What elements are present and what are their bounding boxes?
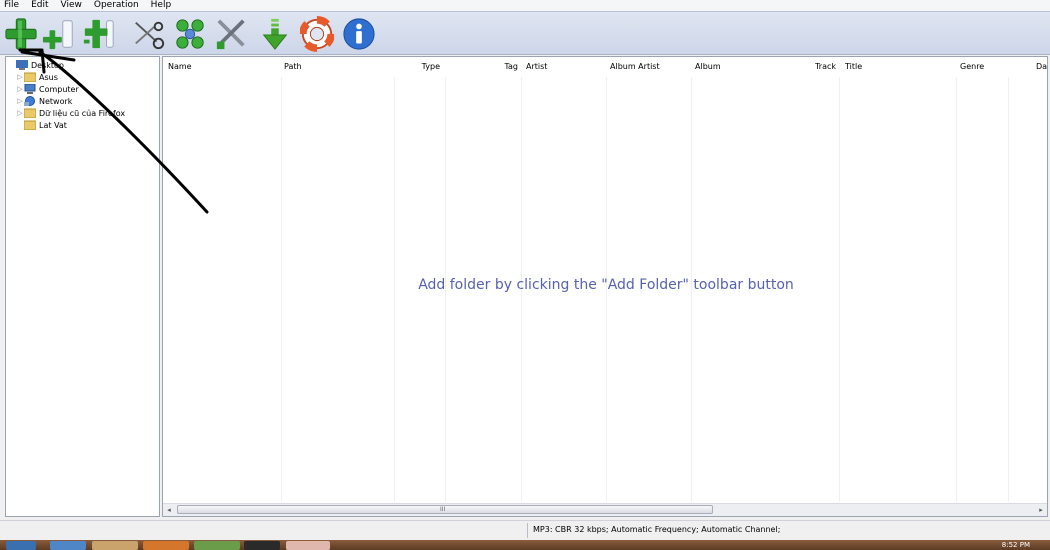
expand-arrow-icon[interactable]: ▷ <box>16 85 24 93</box>
explorer-taskbar-icon[interactable] <box>92 541 138 550</box>
horizontal-scrollbar[interactable]: ◂ III ▸ <box>163 503 1047 516</box>
help-button[interactable] <box>300 16 334 52</box>
tools-button[interactable] <box>173 16 207 52</box>
expand-arrow-icon[interactable]: ▷ <box>16 109 24 117</box>
tree-item-desktop[interactable]: Desktop <box>8 59 64 71</box>
scrollbar-grip: III <box>440 506 446 513</box>
tree-label: Dữ liệu cũ của Firefox <box>39 108 126 118</box>
scroll-right-icon[interactable]: ▸ <box>1036 505 1046 515</box>
folder-tree[interactable]: Desktop ▷ Asus ▷ Computer ▷ Network ▷ Dữ… <box>5 56 160 517</box>
folder-icon <box>24 120 36 130</box>
info-icon <box>343 18 375 50</box>
ie-taskbar-icon[interactable] <box>50 541 86 550</box>
column-tag[interactable]: Tag <box>446 57 518 77</box>
taskbar-clock: 8:52 PM <box>1001 541 1030 549</box>
small-plus-icon <box>42 20 73 50</box>
column-track[interactable]: Track <box>789 57 836 77</box>
column-name[interactable]: Name <box>168 57 278 77</box>
green-circles-icon <box>176 19 204 49</box>
green-plus-icon <box>5 18 37 50</box>
expand-arrow-icon[interactable]: ▷ <box>16 97 24 105</box>
toolbar <box>0 11 1050 55</box>
app-taskbar-icon[interactable] <box>194 541 240 550</box>
status-bar: MP3: CBR 32 kbps; Automatic Frequency; A… <box>0 520 1050 540</box>
expand-arrow-icon[interactable]: ▷ <box>16 73 24 81</box>
start-button[interactable] <box>6 541 36 550</box>
menu-file[interactable]: File <box>0 0 25 11</box>
menu-edit[interactable]: Edit <box>25 0 54 11</box>
column-genre[interactable]: Genre <box>960 57 1005 77</box>
column-date[interactable]: Da <box>1036 57 1047 77</box>
computer-icon <box>24 84 36 94</box>
down-arrow-icon <box>262 18 288 50</box>
file-list[interactable]: Name Path Type Tag Artist Album Artist A… <box>162 56 1048 517</box>
scissors-icon <box>135 21 165 50</box>
scroll-left-icon[interactable]: ◂ <box>164 505 174 515</box>
folder-icon <box>24 108 36 118</box>
column-album[interactable]: Album <box>695 57 785 77</box>
add-files-button[interactable] <box>42 16 76 52</box>
menu-operation[interactable]: Operation <box>88 0 145 11</box>
lifebuoy-icon <box>300 16 334 52</box>
menu-bar: File Edit View Operation Help <box>0 0 1050 11</box>
status-text: MP3: CBR 32 kbps; Automatic Frequency; A… <box>533 525 781 534</box>
network-icon <box>24 96 35 106</box>
tree-label: Computer <box>39 84 79 94</box>
menu-help[interactable]: Help <box>145 0 178 11</box>
tree-label: Network <box>39 96 73 106</box>
empty-list-hint: Add folder by clicking the "Add Folder" … <box>418 277 794 293</box>
tree-item-computer[interactable]: ▷ Computer <box>16 83 79 95</box>
column-artist[interactable]: Artist <box>526 57 606 77</box>
tree-label: Lat Vat <box>39 120 67 130</box>
firefox-taskbar-icon[interactable] <box>143 541 189 550</box>
tree-label: Desktop <box>31 60 64 70</box>
tree-item-network[interactable]: ▷ Network <box>16 95 72 107</box>
column-type[interactable]: Type <box>395 57 440 77</box>
column-title[interactable]: Title <box>845 57 955 77</box>
taskbar: 8:52 PM <box>0 540 1050 550</box>
cut-button[interactable] <box>132 16 166 52</box>
tree-item-firefox-data[interactable]: ▷ Dữ liệu cũ của Firefox <box>16 107 125 119</box>
media-taskbar-icon[interactable] <box>244 541 280 550</box>
tree-item-asus[interactable]: ▷ Asus <box>16 71 58 83</box>
tree-label: Asus <box>39 72 58 82</box>
tree-item-lat-vat[interactable]: Lat Vat <box>16 119 67 131</box>
desktop-icon <box>16 60 28 70</box>
tools-icon <box>216 19 245 50</box>
column-album-artist[interactable]: Album Artist <box>610 57 690 77</box>
options-button[interactable] <box>215 16 249 52</box>
tag-editor-taskbar-icon[interactable] <box>286 541 330 550</box>
menu-view[interactable]: View <box>55 0 88 11</box>
about-button[interactable] <box>342 16 376 52</box>
folder-icon <box>24 72 36 82</box>
insert-button[interactable] <box>82 16 116 52</box>
status-separator <box>527 523 528 538</box>
scrollbar-thumb[interactable]: III <box>177 505 713 514</box>
download-button[interactable] <box>258 16 292 52</box>
plus-bracket-icon <box>83 19 114 49</box>
add-folder-button[interactable] <box>4 16 38 52</box>
